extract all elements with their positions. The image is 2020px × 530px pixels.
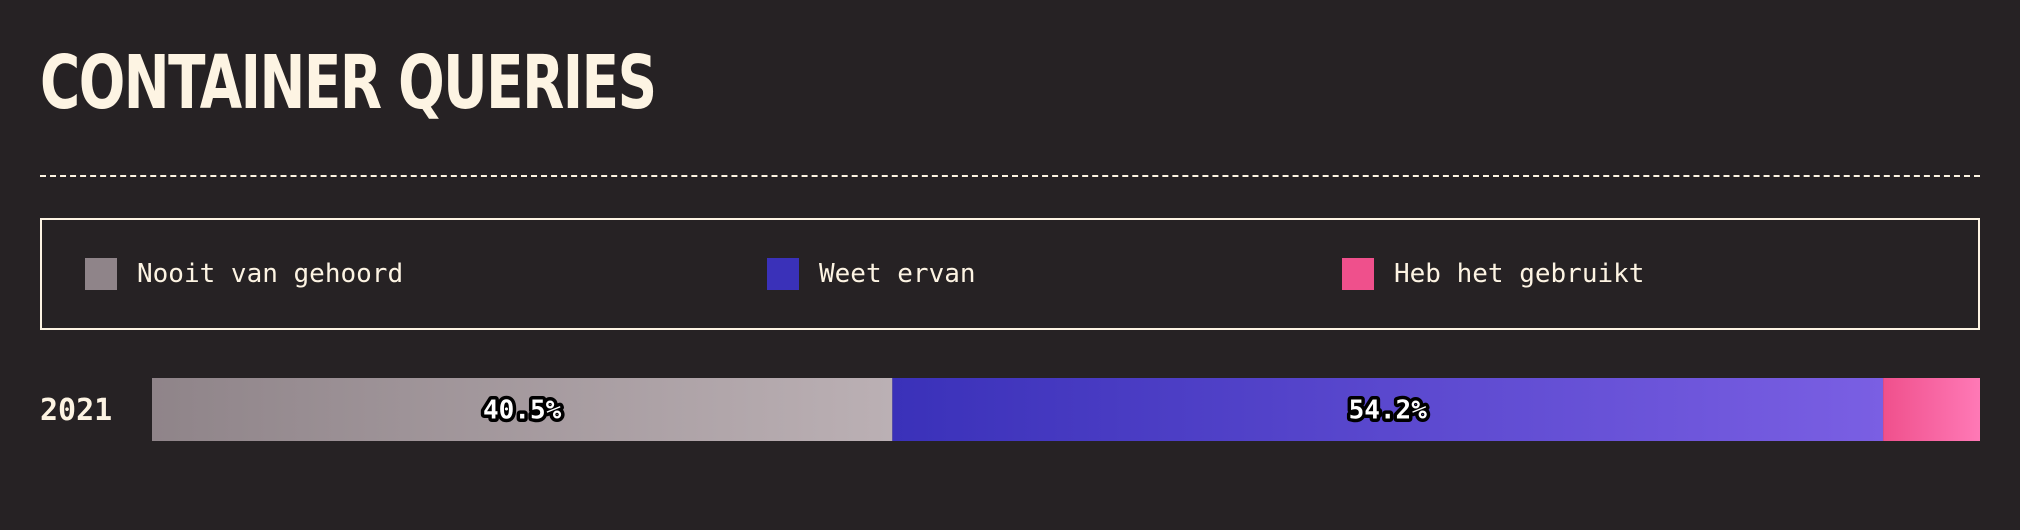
bar-segment-3[interactable]: [1883, 378, 1980, 441]
bar-row-2021: 40.5% 54.2%: [152, 378, 1980, 441]
stacked-bar-chart: 40.5% 54.2%: [152, 378, 1980, 441]
bar-value-label-1: 40.5%: [483, 396, 562, 426]
bar-value-label-2: 54.2%: [1349, 396, 1428, 426]
